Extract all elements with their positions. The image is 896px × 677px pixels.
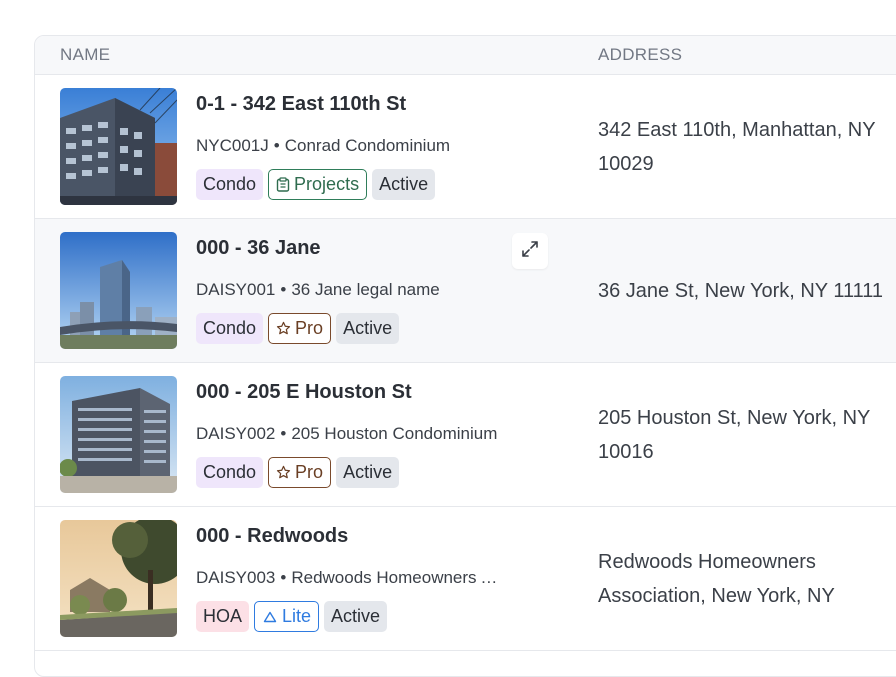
property-title[interactable]: 000 - 205 E Houston St bbox=[196, 381, 412, 404]
property-legal-name: 205 Houston Condominium bbox=[291, 424, 498, 443]
property-subtitle: DAISY001 • 36 Jane legal name bbox=[196, 280, 440, 300]
plan-tag-label: Pro bbox=[295, 462, 324, 482]
table-row[interactable]: 000 - 205 E Houston St DAISY002 • 205 Hous… bbox=[35, 363, 896, 507]
expand-button[interactable] bbox=[512, 233, 548, 269]
property-address: Redwoods Homeowners Association, New Yor… bbox=[598, 550, 835, 607]
property-legal-name: Redwoods Homeowners Association bbox=[291, 568, 506, 587]
star-icon bbox=[276, 321, 291, 336]
property-code: DAISY003 bbox=[196, 568, 276, 587]
property-subtitle: DAISY003•Redwoods Homeowners Association bbox=[196, 568, 506, 588]
table-row[interactable]: 000 - Redwoods DAISY003 • Redwoods Homeown… bbox=[35, 507, 896, 651]
property-code: DAISY001 bbox=[196, 280, 276, 299]
plan-tag: Pro bbox=[268, 313, 332, 344]
status-badge: Active bbox=[324, 601, 388, 632]
table-row[interactable]: 0-1 - 342 East 110th St NYC001J • Conrad C… bbox=[35, 75, 896, 219]
property-code: NYC001J bbox=[196, 136, 269, 155]
property-tags: HOA Lite Active bbox=[196, 601, 388, 632]
table-row[interactable]: 000 - 36 Jane DAISY001 • 36 Jane legal nam… bbox=[35, 219, 896, 363]
type-tag: Condo bbox=[196, 169, 264, 200]
column-header-address[interactable]: ADDRESS bbox=[598, 36, 682, 74]
property-subtitle: DAISY002 • 205 Houston Condominium bbox=[196, 424, 497, 444]
type-tag: Condo bbox=[196, 313, 264, 344]
property-thumbnail bbox=[60, 232, 177, 349]
property-thumbnail bbox=[60, 376, 177, 493]
property-title[interactable]: 0-1 - 342 East 110th St bbox=[196, 93, 406, 116]
table-header: NAME ADDRESS bbox=[35, 36, 896, 75]
property-code: DAISY002 bbox=[196, 424, 276, 443]
status-badge: Active bbox=[336, 313, 400, 344]
property-tags: Condo Projects Active bbox=[196, 169, 436, 200]
plan-tag-label: Pro bbox=[295, 318, 324, 338]
property-title[interactable]: 000 - Redwoods bbox=[196, 525, 348, 548]
separator: • bbox=[273, 136, 280, 155]
property-legal-name: 36 Jane legal name bbox=[291, 280, 440, 299]
star-icon bbox=[276, 465, 291, 480]
column-header-name[interactable]: NAME bbox=[60, 36, 110, 74]
property-address: 205 Houston St, New York, NY 10016 bbox=[598, 406, 871, 463]
plan-tag-label: Lite bbox=[282, 606, 312, 626]
separator: • bbox=[280, 424, 287, 443]
plan-tag-label: Projects bbox=[294, 174, 360, 194]
expand-icon bbox=[521, 240, 539, 263]
separator: • bbox=[280, 568, 287, 587]
status-badge: Active bbox=[336, 457, 400, 488]
plan-tag: Projects bbox=[268, 169, 368, 200]
separator: • bbox=[280, 280, 287, 299]
property-legal-name: Conrad Condominium bbox=[284, 136, 451, 155]
property-address: 36 Jane St, New York, NY 11111 bbox=[598, 279, 883, 302]
type-tag: HOA bbox=[196, 601, 250, 632]
property-tags: Condo Pro Active bbox=[196, 457, 400, 488]
clipboard-icon bbox=[276, 177, 290, 192]
status-badge: Active bbox=[372, 169, 436, 200]
properties-table: NAME ADDRESS 0-1 - 342 East 110th St NYC… bbox=[34, 35, 896, 677]
cloud-icon bbox=[262, 610, 278, 624]
property-tags: Condo Pro Active bbox=[196, 313, 400, 344]
plan-tag: Lite bbox=[254, 601, 320, 632]
property-subtitle: NYC001J • Conrad Condominium bbox=[196, 136, 450, 156]
property-thumbnail bbox=[60, 520, 177, 637]
property-title[interactable]: 000 - 36 Jane bbox=[196, 237, 321, 260]
plan-tag: Pro bbox=[268, 457, 332, 488]
type-tag: Condo bbox=[196, 457, 264, 488]
property-thumbnail bbox=[60, 88, 177, 205]
property-address: 342 East 110th, Manhattan, NY 10029 bbox=[598, 118, 876, 175]
